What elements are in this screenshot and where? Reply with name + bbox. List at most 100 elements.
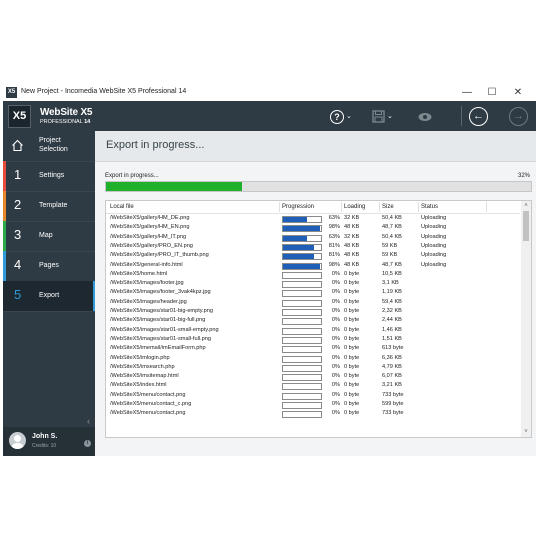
row-size: 10,5 KB xyxy=(382,270,402,277)
title-bar: X5 New Project - Incomedia WebSite X5 Pr… xyxy=(3,84,536,101)
forward-button[interactable]: → xyxy=(509,107,528,126)
edition-version: 14 xyxy=(84,119,91,125)
sidebar-item-export[interactable]: 5 Export xyxy=(3,281,95,312)
x5-logo-icon: X5 xyxy=(8,105,31,128)
row-loading: 0 byte xyxy=(344,401,360,407)
step-number: 1 xyxy=(14,167,22,182)
row-loading: 0 byte xyxy=(344,335,360,342)
scroll-thumb[interactable] xyxy=(523,211,529,241)
sidebar-item-settings[interactable]: 1 Settings xyxy=(3,161,95,192)
user-panel[interactable]: John S. Credits: 10 i xyxy=(3,427,95,456)
column-header-progression[interactable]: Progression xyxy=(282,204,314,210)
row-progress-percent: 0% xyxy=(331,280,340,287)
row-progress-percent: 98% xyxy=(328,261,340,268)
row-loading: 0 byte xyxy=(344,391,360,398)
scroll-up-icon[interactable]: ˄ xyxy=(522,202,530,210)
table-row[interactable]: /WebSiteX5/gallery/PRO_IT_thumb.png 81% 48… xyxy=(106,251,520,261)
table-row[interactable]: /WebSiteX5/imsearch.php 0% 0 byte 4,79 KB xyxy=(106,363,520,372)
avatar xyxy=(9,432,26,449)
table-row[interactable]: /WebSiteX5/gallery/HM_IT.png 63% 32 KB 50,4… xyxy=(106,233,520,242)
row-loading: 0 byte xyxy=(344,373,360,380)
table-row[interactable]: /WebSiteX5/images/header.jpg 0% 0 byte 59,4… xyxy=(106,298,520,307)
row-progress-bar xyxy=(282,281,322,289)
info-icon[interactable]: i xyxy=(84,440,91,447)
row-progress-bar xyxy=(282,309,322,316)
table-row[interactable]: /WebSiteX5/imlogin.php 0% 0 byte 6,36 KB xyxy=(106,354,520,363)
row-status: Uploading xyxy=(421,215,447,221)
row-loading: 0 byte xyxy=(344,308,360,314)
help-button[interactable]: ? ⌄ xyxy=(330,107,352,125)
maximize-button[interactable]: ☐ xyxy=(480,85,504,100)
row-progress-percent: 0% xyxy=(331,354,340,361)
row-progress-percent: 0% xyxy=(331,317,340,324)
table-row[interactable]: /WebSiteX5/gallery/HM_EN.png 98% 48 KB 48,7… xyxy=(106,223,520,233)
step-color-bar xyxy=(3,191,6,221)
table-row[interactable]: /WebSiteX5/images/star01-big-full.png 0% 0… xyxy=(106,316,520,326)
file-path: /WebSiteX5/images/header.jpg xyxy=(110,298,187,305)
table-row[interactable]: /WebSiteX5/home.html 0% 0 byte 10,5 KB xyxy=(106,270,520,279)
row-progress-bar xyxy=(282,327,322,335)
row-loading: 48 KB xyxy=(344,261,360,268)
row-size: 6,07 KB xyxy=(382,373,402,380)
sidebar-item-pages[interactable]: 4 Pages xyxy=(3,251,95,282)
table-row[interactable]: /WebSiteX5/index.html 0% 0 byte 3,21 KB xyxy=(106,381,520,391)
table-row[interactable]: /WebSiteX5/images/footer_3vak4kpz.jpg 0% 0… xyxy=(106,288,520,298)
table-row[interactable]: /WebSiteX5/images/footer.jpg 0% 0 byte 3,1 … xyxy=(106,279,520,289)
column-header-loading[interactable]: Loading xyxy=(344,204,365,210)
row-loading: 0 byte xyxy=(344,298,360,305)
row-loading: 0 byte xyxy=(344,326,360,333)
table-row[interactable]: /WebSiteX5/images/star01-small-empty.png… xyxy=(106,326,520,335)
table-row[interactable]: /WebSiteX5/images/star01-big-empty.png 0%… xyxy=(106,307,520,316)
user-name: John S. xyxy=(32,433,58,440)
column-header-size[interactable]: Size xyxy=(382,204,394,210)
table-row[interactable]: /WebSiteX5/menu/contact.png 0% 0 byte 733 b… xyxy=(106,409,520,419)
brand-name: WebSite X5 xyxy=(40,107,93,118)
table-row[interactable]: /WebSiteX5/general-info.html 98% 48 KB 48,7… xyxy=(106,261,520,270)
step-color-bar xyxy=(3,161,6,191)
user-credits: Credits: 10 xyxy=(32,443,57,449)
column-header-local-file[interactable]: Local file xyxy=(110,204,134,210)
table-row[interactable]: /WebSiteX5/gallery/HM_DE.png 63% 32 KB 50,4… xyxy=(106,214,520,223)
file-path: /WebSiteX5/gallery/HM_IT.png xyxy=(110,233,187,240)
row-size: 50,4 KB xyxy=(382,233,402,240)
row-progress-percent: 0% xyxy=(331,373,340,380)
row-loading: 48 KB xyxy=(344,242,360,249)
row-loading: 48 KB xyxy=(344,224,360,231)
column-header-status[interactable]: Status xyxy=(421,204,438,210)
table-row[interactable]: /WebSiteX5/menu/contact.png 0% 0 byte 733 b… xyxy=(106,391,520,400)
row-progress-bar xyxy=(282,374,322,382)
row-progress-bar xyxy=(282,299,322,307)
row-progress-bar xyxy=(282,355,322,363)
row-progress-bar xyxy=(282,225,322,233)
step-number: 2 xyxy=(14,197,22,212)
sidebar-item-project-selection[interactable]: Project Selection xyxy=(3,131,95,162)
file-path: /WebSiteX5/imsitemap.html xyxy=(110,373,179,380)
file-path: /WebSiteX5/images/star01-big-full.png xyxy=(110,317,206,324)
table-row[interactable]: /WebSiteX5/menu/contact_c.png 0% 0 byte 599… xyxy=(106,400,520,409)
table-scrollbar[interactable]: ˄ ˅ xyxy=(521,201,531,437)
collapse-sidebar-button[interactable]: ‹ xyxy=(87,416,90,426)
sidebar-item-template[interactable]: 2 Template xyxy=(3,191,95,222)
row-loading: 32 KB xyxy=(344,233,360,240)
close-button[interactable]: ✕ xyxy=(506,85,530,100)
file-path: /WebSiteX5/index.html xyxy=(110,382,167,389)
row-size: 59 KB xyxy=(382,252,398,259)
back-button[interactable]: ← xyxy=(469,107,488,126)
row-progress-percent: 0% xyxy=(331,335,340,342)
table-row[interactable]: /WebSiteX5/gallery/PRO_EN.png 81% 48 KB 59 … xyxy=(106,242,520,251)
row-progress-bar xyxy=(282,318,322,326)
file-path: /WebSiteX5/gallery/HM_EN.png xyxy=(110,224,190,231)
row-progress-percent: 81% xyxy=(328,242,340,249)
row-progress-percent: 63% xyxy=(328,233,340,240)
row-progress-percent: 0% xyxy=(331,308,340,314)
scroll-down-icon[interactable]: ˅ xyxy=(522,428,530,436)
preview-button[interactable] xyxy=(418,107,432,125)
row-progress-bar xyxy=(282,290,322,298)
table-row[interactable]: /WebSiteX5/imemail/imEmailForm.php 0% 0 by… xyxy=(106,344,520,354)
save-button[interactable]: ⌄ xyxy=(372,107,393,125)
sidebar-item-map[interactable]: 3 Map xyxy=(3,221,95,252)
table-row[interactable]: /WebSiteX5/imsitemap.html 0% 0 byte 6,07 KB xyxy=(106,372,520,382)
minimize-button[interactable]: — xyxy=(455,85,479,100)
header-divider xyxy=(461,106,462,126)
table-row[interactable]: /WebSiteX5/images/star01-small-full.png 0… xyxy=(106,335,520,344)
